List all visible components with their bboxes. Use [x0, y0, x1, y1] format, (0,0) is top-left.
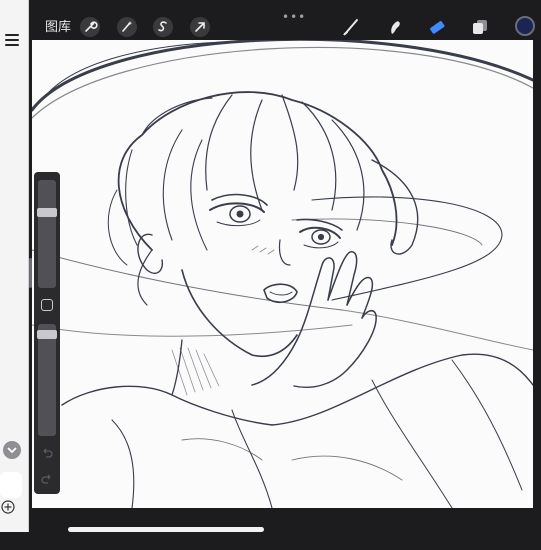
gallery-button[interactable]: 图库	[45, 16, 71, 35]
eraser-icon[interactable]	[427, 16, 447, 38]
layers-icon[interactable]	[470, 16, 490, 38]
smudge-icon[interactable]	[385, 16, 405, 38]
split-view-side-panel	[0, 0, 29, 532]
chevron-down-icon[interactable]	[3, 441, 21, 459]
redo-icon[interactable]	[41, 474, 53, 484]
side-card[interactable]	[0, 472, 22, 498]
wrench-icon[interactable]	[80, 17, 100, 37]
modify-button[interactable]	[41, 299, 53, 311]
add-circle-icon[interactable]	[1, 500, 15, 514]
selection-icon[interactable]	[153, 17, 173, 37]
more-dots-icon[interactable]: •••	[282, 10, 306, 24]
top-toolbar: 图库 •••	[32, 0, 541, 40]
undo-icon[interactable]	[41, 448, 53, 458]
home-indicator[interactable]	[68, 527, 264, 532]
menu-icon[interactable]	[5, 34, 19, 46]
brush-icon[interactable]	[341, 16, 361, 38]
opacity-thumb[interactable]	[37, 330, 57, 339]
magic-wand-icon[interactable]	[117, 17, 137, 37]
sketch-drawing	[32, 40, 533, 508]
drawing-canvas[interactable]	[32, 40, 533, 508]
transform-arrow-icon[interactable]	[190, 17, 210, 37]
brush-size-slider[interactable]	[37, 180, 57, 288]
color-picker-button[interactable]	[515, 16, 535, 36]
brush-size-thumb[interactable]	[37, 208, 57, 217]
opacity-slider[interactable]	[37, 324, 57, 436]
brush-sidebar	[34, 172, 60, 494]
